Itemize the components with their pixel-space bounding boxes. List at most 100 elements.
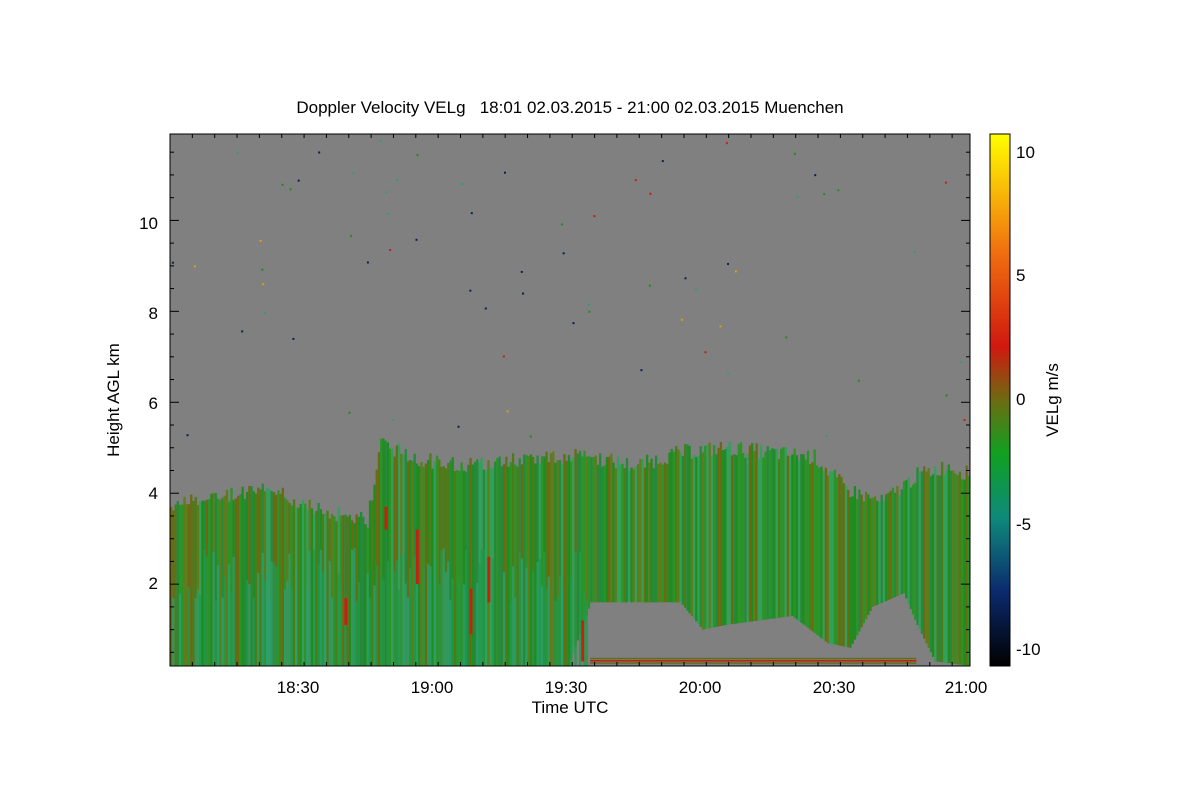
velocity-column — [804, 459, 807, 627]
velocity-column — [710, 455, 714, 628]
velocity-column — [429, 566, 432, 666]
velocity-column — [800, 453, 803, 623]
velocity-column — [621, 463, 624, 603]
velocity-column — [380, 578, 383, 666]
velocity-column — [690, 458, 693, 616]
velocity-column — [677, 449, 680, 603]
velocity-column — [366, 573, 369, 666]
velocity-column — [797, 460, 801, 622]
velocity-column — [675, 446, 678, 603]
velocity-column — [692, 454, 696, 619]
velocity-column — [561, 589, 564, 666]
noise-pixel — [241, 330, 244, 333]
velocity-column — [301, 499, 305, 666]
velocity-column — [592, 457, 595, 603]
velocity-column — [768, 450, 772, 620]
velocity-column — [726, 446, 729, 625]
velocity-column — [371, 500, 374, 666]
velocity-column — [364, 524, 367, 666]
noise-pixel — [837, 189, 840, 192]
velocity-column — [491, 558, 495, 666]
velocity-column — [230, 593, 233, 666]
noise-pixel — [727, 262, 730, 265]
velocity-column — [505, 456, 508, 666]
velocity-column — [210, 493, 213, 666]
velocity-column — [272, 562, 276, 666]
velocity-column — [902, 481, 906, 594]
velocity-column — [927, 468, 930, 648]
velocity-column — [525, 567, 528, 666]
velocity-column — [576, 453, 580, 641]
noise-pixel — [348, 411, 351, 414]
velocity-column — [565, 460, 568, 666]
velocity-column — [766, 446, 769, 620]
velocity-column — [876, 500, 879, 605]
velocity-column — [496, 458, 499, 666]
velocity-column — [353, 548, 356, 666]
velocity-column — [176, 500, 180, 666]
noise-pixel — [684, 277, 687, 280]
velocity-column — [654, 455, 658, 603]
noise-pixel — [457, 425, 460, 428]
velocity-column — [813, 449, 816, 634]
velocity-column — [784, 446, 787, 617]
velocity-column — [478, 563, 481, 666]
velocity-column — [203, 550, 206, 666]
velocity-column — [507, 466, 510, 666]
velocity-column — [339, 585, 343, 666]
noise-pixel — [796, 196, 799, 199]
velocity-column — [918, 472, 921, 630]
velocity-column — [185, 504, 188, 666]
velocity-column — [612, 462, 615, 603]
velocity-column — [518, 552, 521, 666]
velocity-column — [641, 459, 644, 603]
velocity-column — [547, 576, 550, 666]
noise-pixel — [823, 193, 826, 196]
velocity-column — [266, 572, 269, 666]
noise-pixel — [727, 372, 730, 375]
noise-pixel — [680, 318, 683, 321]
noise-pixel — [963, 419, 966, 422]
velocity-column — [243, 498, 247, 666]
velocity-column — [212, 551, 215, 666]
velocity-column — [753, 450, 756, 622]
velocity-column — [616, 456, 620, 603]
y-tick-label: 2 — [148, 574, 158, 593]
velocity-column — [894, 492, 897, 598]
velocity-column — [755, 443, 758, 621]
velocity-column — [178, 593, 182, 666]
velocity-streak — [415, 529, 419, 585]
clutter-line — [590, 657, 917, 660]
velocity-column — [911, 484, 915, 615]
velocity-column — [786, 455, 790, 617]
velocity-column — [181, 504, 184, 666]
velocity-column — [485, 470, 488, 666]
velocity-column — [335, 521, 338, 666]
velocity-column — [840, 476, 843, 646]
velocity-column — [607, 456, 611, 603]
velocity-column — [947, 464, 950, 664]
velocity-column — [413, 556, 416, 666]
velocity-column — [554, 601, 557, 666]
velocity-column — [605, 456, 609, 603]
velocity-column — [377, 452, 381, 666]
velocity-column — [572, 457, 575, 654]
velocity-column — [464, 550, 468, 666]
noise-pixel — [263, 312, 266, 315]
velocity-column — [578, 552, 582, 666]
noise-pixel — [725, 142, 728, 145]
velocity-column — [650, 458, 653, 603]
velocity-column — [359, 511, 363, 666]
velocity-column — [194, 597, 197, 666]
velocity-column — [858, 489, 861, 632]
velocity-column — [775, 448, 778, 619]
velocity-column — [898, 495, 901, 596]
velocity-column — [847, 489, 850, 648]
velocity-column — [397, 589, 401, 666]
velocity-column — [938, 475, 942, 663]
chart-title: Doppler Velocity VELg 18:01 02.03.2015 -… — [296, 98, 844, 117]
velocity-column — [811, 462, 814, 632]
noise-pixel — [352, 172, 355, 175]
noise-pixel — [520, 270, 523, 273]
noise-pixel — [318, 151, 321, 154]
